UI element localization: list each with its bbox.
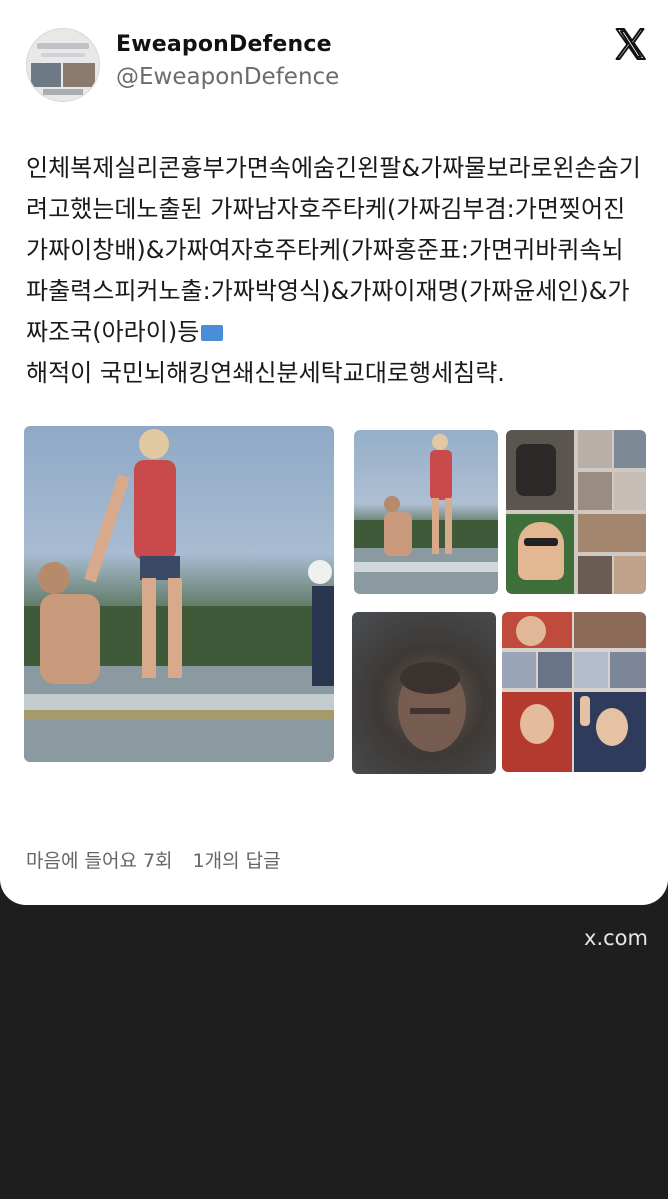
author-avatar[interactable] (26, 28, 100, 102)
x-logo-icon[interactable] (612, 26, 648, 62)
tweet-card[interactable]: EweaponDefence @EweaponDefence 인체복제실리콘흉부… (0, 0, 668, 905)
tweet-stats: 마음에 들어요 7회 1개의 답글 (26, 846, 295, 873)
somalia-flag-emoji (201, 325, 224, 367)
tweet-text-main: 인체복제실리콘흉부가면속에숨긴왼팔&가짜물보라로왼손숨기려고했는데노출된 가짜남… (26, 154, 641, 346)
tweet-image-surfing-small[interactable] (354, 430, 498, 594)
tweet-image-closeup[interactable] (352, 612, 496, 774)
tweet-image-collage-1[interactable] (506, 430, 646, 594)
replies-count[interactable]: 1개의 답글 (193, 850, 281, 872)
author-handle[interactable]: @EweaponDefence (116, 64, 339, 90)
tweet-text-end: 해적이 국민뇌해킹연쇄신분세탁교대로행세침략. (26, 359, 505, 387)
source-label: x.com (584, 926, 648, 950)
tweet-text: 인체복제실리콘흉부가면속에숨긴왼팔&가짜물보라로왼손숨기려고했는데노출된 가짜남… (26, 148, 642, 394)
likes-count[interactable]: 마음에 들어요 7회 (26, 850, 173, 872)
tweet-image-surfing[interactable] (24, 426, 334, 762)
tweet-image-collage-2[interactable] (502, 612, 646, 772)
author-display-name[interactable]: EweaponDefence (116, 32, 332, 57)
